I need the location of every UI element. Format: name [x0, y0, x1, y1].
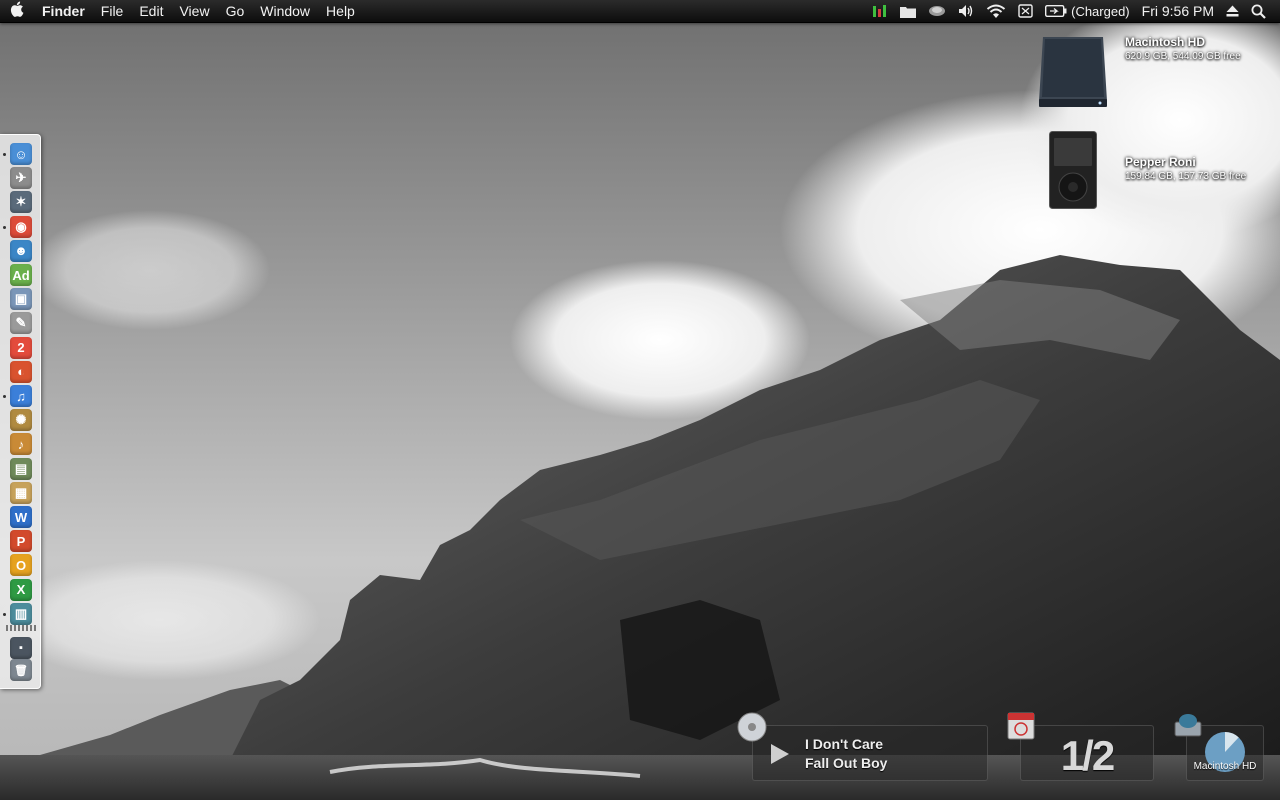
dock-item-calendar[interactable]: 2: [10, 336, 32, 359]
drive-info: 620.9 GB, 544.09 GB free: [1125, 51, 1241, 62]
disk-label: Macintosh HD: [1193, 761, 1257, 772]
dock-item-iphoto[interactable]: ▤: [10, 457, 32, 480]
track-title: I Don't Care: [805, 736, 884, 752]
drive-name: Macintosh HD: [1125, 35, 1206, 49]
clock[interactable]: Fri 9:56 PM: [1136, 0, 1220, 22]
volume-icon[interactable]: [952, 0, 980, 22]
cpu-meter-icon[interactable]: [866, 0, 894, 22]
wifi-icon[interactable]: [980, 0, 1012, 22]
drive-name: Pepper Roni: [1125, 155, 1196, 169]
dock-item-powerpoint[interactable]: P: [10, 530, 32, 553]
dock-item-preview[interactable]: ▣: [10, 288, 32, 311]
hard-drive-icon: [1037, 35, 1109, 114]
apple-icon[interactable]: [0, 1, 34, 21]
menu-bar: Finder File Edit View Go Window Help (Ch…: [0, 0, 1280, 23]
folder-icon[interactable]: [894, 0, 922, 22]
disk-usage-widget[interactable]: Macintosh HD: [1174, 714, 1264, 781]
keyboard-input-icon[interactable]: [1012, 0, 1039, 22]
dock-item-utility[interactable]: ✺: [10, 409, 32, 432]
menu-edit[interactable]: Edit: [131, 0, 171, 22]
dock-item-trash[interactable]: 🗑: [10, 659, 32, 681]
disk-icon: [1173, 710, 1203, 745]
battery-status[interactable]: (Charged): [1039, 0, 1136, 22]
eject-icon[interactable]: [1220, 0, 1245, 22]
menu-app-name[interactable]: Finder: [34, 0, 93, 22]
track-artist: Fall Out Boy: [805, 755, 888, 771]
desktop-wallpaper: [0, 0, 1280, 800]
dock-separator[interactable]: [6, 625, 36, 631]
dock-item-excel[interactable]: X: [10, 578, 32, 601]
dock: ☺ ✈ ✶ ◉ ☻ Ad ▣ ✎ 2 ◐ ♫ ✺ ♪ ▤ ▦ W P O X ▥ ▪ 🗑: [0, 134, 41, 689]
desktop-drive-pepper-roni[interactable]: Pepper Roni 159.84 GB, 157.73 GB free: [1049, 131, 1246, 214]
dock-item-photo-booth[interactable]: ◐: [10, 360, 32, 383]
running-indicator: [3, 225, 6, 229]
dock-item-word[interactable]: W: [10, 506, 32, 528]
running-indicator: [3, 612, 6, 616]
menu-window[interactable]: Window: [252, 0, 318, 22]
dock-item-adium[interactable]: Ad: [10, 264, 32, 286]
dock-item-image-viewer[interactable]: ▦: [10, 481, 32, 504]
battery-text: (Charged): [1071, 3, 1130, 19]
counter-text: 1/2: [1060, 732, 1115, 779]
menu-file[interactable]: File: [93, 0, 132, 22]
menu-help[interactable]: Help: [318, 0, 363, 22]
now-playing-widget[interactable]: I Don't Care Fall Out Boy: [737, 712, 988, 781]
menu-go[interactable]: Go: [218, 0, 253, 22]
dock-item-safari[interactable]: ✶: [10, 191, 32, 214]
dock-item-finder[interactable]: ☺: [10, 143, 32, 165]
dock-item-outlook[interactable]: O: [10, 554, 32, 577]
dock-item-launchpad[interactable]: ✈: [10, 167, 32, 190]
running-indicator: [3, 153, 6, 156]
play-icon[interactable]: [769, 743, 791, 770]
dock-item-garageband[interactable]: ♪: [10, 433, 32, 456]
desktop-drive-macintosh-hd[interactable]: Macintosh HD 620.9 GB, 544.09 GB free: [1037, 35, 1241, 114]
dock-item-system-monitor[interactable]: ▥: [10, 602, 32, 625]
drive-status-icon[interactable]: [922, 0, 952, 22]
running-indicator: [3, 395, 6, 398]
ipod-icon: [1049, 131, 1097, 214]
dock-item-messenger[interactable]: ☻: [10, 239, 32, 262]
menu-view[interactable]: View: [171, 0, 217, 22]
spotlight-search-icon[interactable]: [1245, 0, 1272, 22]
dock-item-script-editor[interactable]: ✎: [10, 312, 32, 335]
calendar-counter-widget[interactable]: 1/2: [1007, 712, 1154, 781]
status-area: (Charged) Fri 9:56 PM: [866, 0, 1280, 22]
dock-item-chrome[interactable]: ◉: [10, 215, 32, 238]
drive-info: 159.84 GB, 157.73 GB free: [1125, 171, 1247, 182]
cd-icon: [737, 712, 767, 747]
dock-item-downloads-stack[interactable]: ▪: [10, 637, 32, 659]
dock-item-itunes[interactable]: ♫: [10, 385, 32, 407]
